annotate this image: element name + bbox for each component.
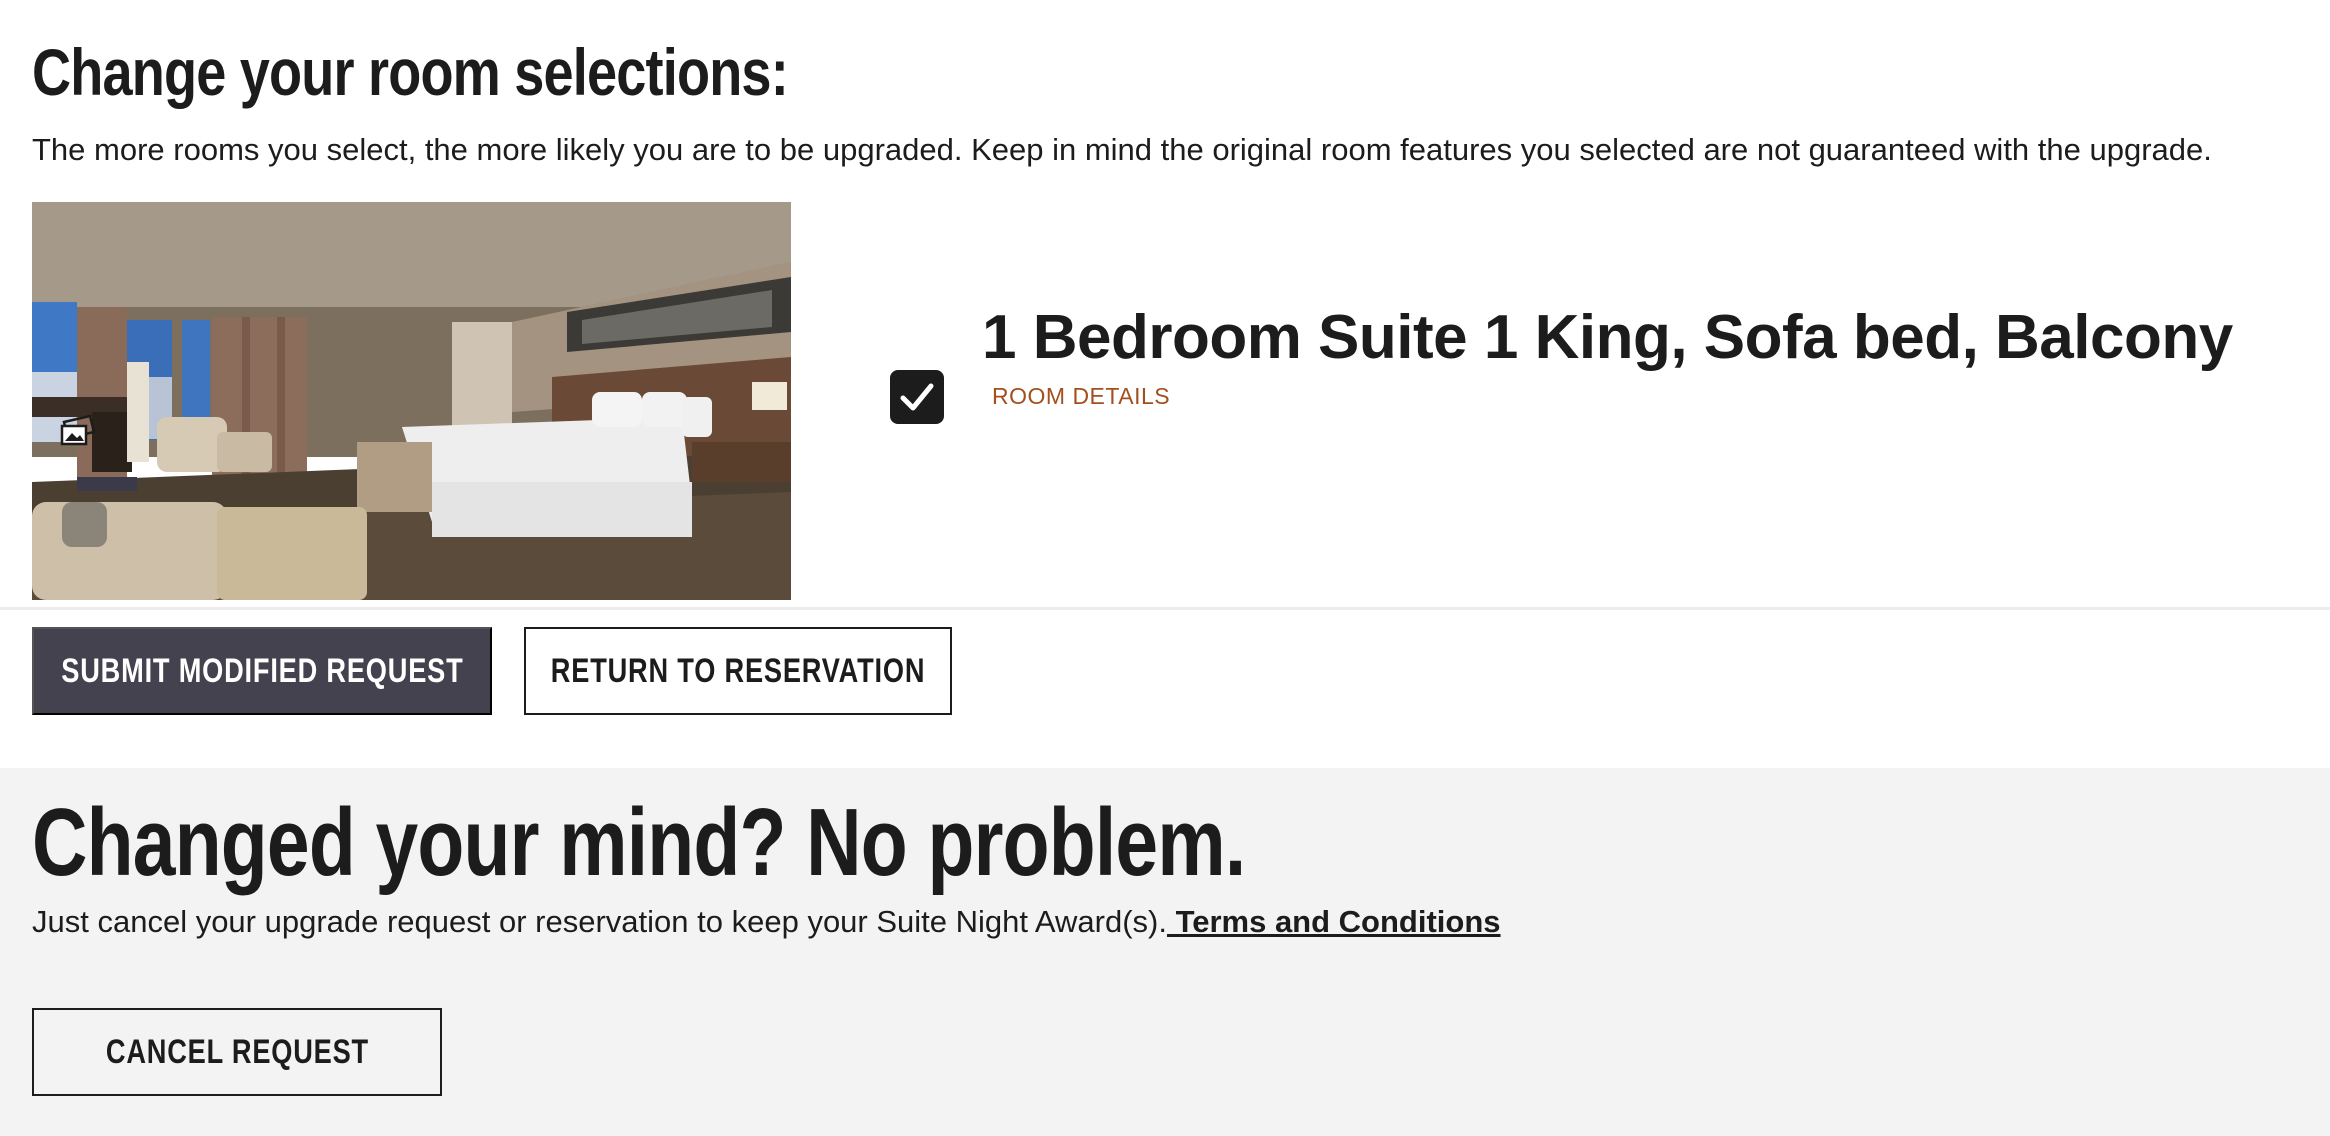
room-photo-illustration bbox=[32, 202, 791, 600]
room-details-link[interactable]: ROOM DETAILS bbox=[992, 380, 1170, 412]
cancel-section: Changed your mind? No problem. Just canc… bbox=[0, 768, 2330, 1136]
cancel-section-text: Just cancel your upgrade request or rese… bbox=[32, 902, 1501, 942]
room-selection-section: Change your room selections: The more ro… bbox=[0, 0, 2330, 768]
return-button-label: RETURN TO RESERVATION bbox=[550, 651, 926, 690]
cancel-request-button[interactable]: CANCEL REQUEST bbox=[32, 1008, 442, 1096]
page-title: Change your room selections: bbox=[32, 35, 789, 109]
terms-and-conditions-link[interactable]: Terms and Conditions bbox=[1167, 904, 1501, 939]
gallery-icon[interactable] bbox=[60, 412, 102, 446]
room-photo[interactable] bbox=[32, 202, 791, 600]
cancel-description: Just cancel your upgrade request or rese… bbox=[32, 904, 1167, 939]
cancel-button-label: CANCEL REQUEST bbox=[105, 1032, 369, 1071]
checkmark-icon bbox=[900, 383, 934, 411]
room-select-checkbox[interactable] bbox=[890, 370, 944, 424]
submit-modified-request-button[interactable]: SUBMIT MODIFIED REQUEST bbox=[32, 627, 492, 715]
submit-button-label: SUBMIT MODIFIED REQUEST bbox=[60, 651, 464, 690]
cancel-section-heading: Changed your mind? No problem. bbox=[32, 789, 1246, 896]
selection-description: The more rooms you select, the more like… bbox=[32, 132, 2212, 167]
return-to-reservation-button[interactable]: RETURN TO RESERVATION bbox=[524, 627, 952, 715]
room-title: 1 Bedroom Suite 1 King, Sofa bed, Balcon… bbox=[982, 303, 2233, 372]
